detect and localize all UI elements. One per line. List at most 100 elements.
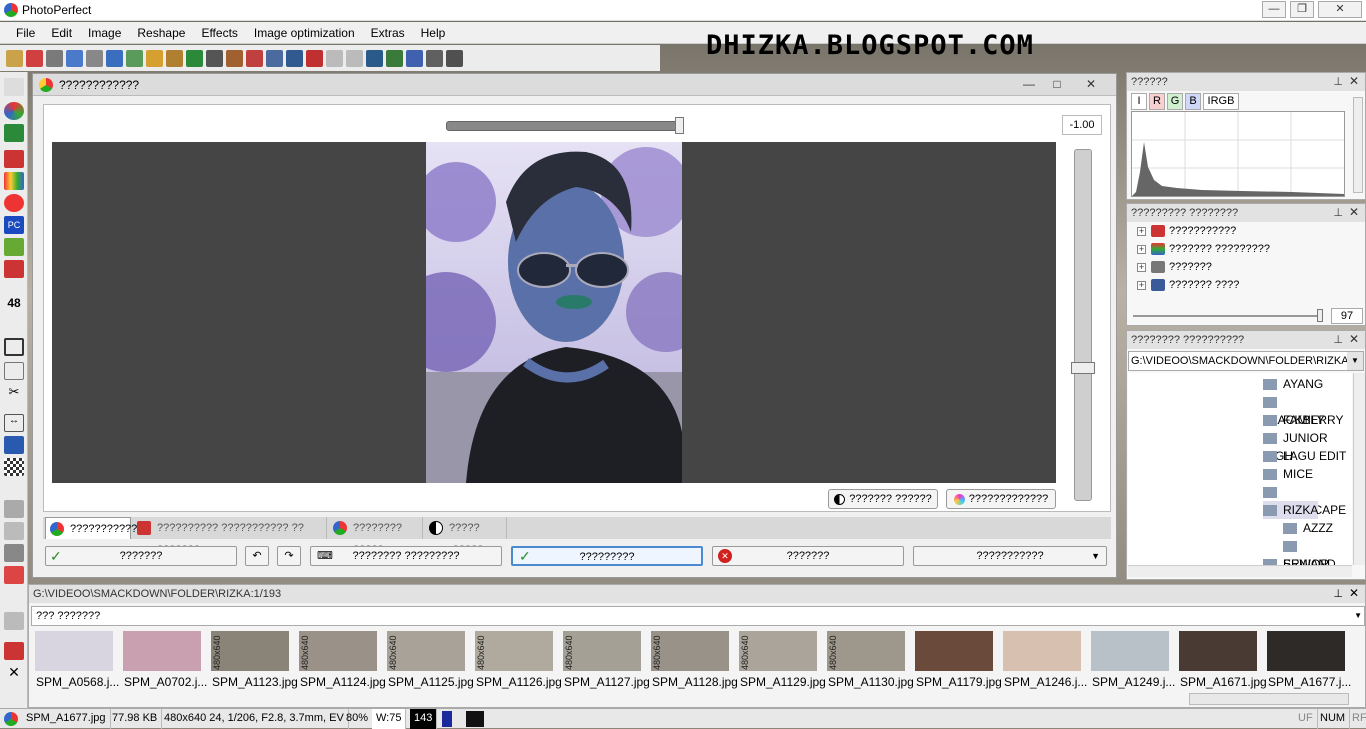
histogram-scrollbar[interactable] [1353, 97, 1363, 193]
tab-color[interactable]: ??????????? [45, 517, 137, 539]
undo-button[interactable]: ↶ [245, 546, 269, 566]
thumbnail-label[interactable]: SPM_A1125.jpg [388, 675, 474, 689]
thumbnail-label[interactable]: SPM_A1671.jpg [1180, 675, 1267, 689]
color-balance-icon[interactable] [4, 194, 24, 212]
save-icon[interactable] [66, 49, 83, 67]
thumbnail-image[interactable] [1091, 631, 1169, 671]
tree-item[interactable]: + ??????? ????????? [1133, 240, 1270, 258]
menu-effects[interactable]: Effects [193, 22, 245, 44]
redo-button[interactable]: ↷ [277, 546, 301, 566]
cancel-button[interactable]: ✕??????? [712, 546, 904, 566]
color-wheel-icon[interactable] [4, 102, 24, 120]
resize-icon[interactable] [4, 338, 24, 356]
editor-maximize-button[interactable]: □ [1043, 74, 1071, 94]
noise-icon[interactable] [4, 238, 24, 256]
crop-icon[interactable] [266, 49, 283, 67]
select-icon[interactable] [146, 49, 163, 67]
folder-item[interactable]: ERWAND [1283, 537, 1352, 565]
frame-icon[interactable] [226, 49, 243, 67]
expand-icon[interactable]: + [1137, 263, 1146, 272]
folder-item[interactable]: AZZZ [1283, 519, 1333, 537]
menu-file[interactable]: File [8, 22, 43, 44]
editor-close-button[interactable]: ✕ [1077, 74, 1105, 94]
brightness-icon[interactable] [4, 78, 24, 96]
horizontal-slider-thumb[interactable] [675, 117, 684, 134]
save-settings-button[interactable]: ⌨ ???????? ????????? [310, 546, 502, 566]
clone-icon[interactable] [4, 612, 24, 630]
editor-minimize-button[interactable]: — [1015, 74, 1043, 94]
edit-icon[interactable] [166, 49, 183, 67]
vertical-slider-thumb[interactable] [1071, 362, 1095, 374]
thumbnail-image[interactable] [915, 631, 993, 671]
maximize-button[interactable]: ❐ [1290, 1, 1314, 18]
thumbnail-label[interactable]: SPM_A0702.j... [124, 675, 207, 689]
expand-icon[interactable]: + [1137, 227, 1146, 236]
hist-tab-r[interactable]: R [1149, 93, 1165, 110]
thumbnail-label[interactable]: SPM_A1127.jpg [564, 675, 650, 689]
channels-icon[interactable] [4, 172, 24, 190]
bit-depth-icon[interactable]: 48 [4, 294, 24, 312]
hist-tab-irgb[interactable]: IRGB [1203, 93, 1239, 110]
thumbnail-image[interactable]: 480x640 [387, 631, 465, 671]
rotate-icon[interactable] [4, 436, 24, 454]
menu-image-optimization[interactable]: Image optimization [246, 22, 363, 44]
panel-close-icon[interactable]: ✕ [1349, 332, 1359, 346]
scissors-icon[interactable]: ✂ [4, 384, 24, 402]
thumbnail-label[interactable]: SPM_A1677.j... [1268, 675, 1351, 689]
thumbnail-image[interactable] [1003, 631, 1081, 671]
menu-image[interactable]: Image [80, 22, 129, 44]
more-dropdown[interactable]: ??????????? ▼ [913, 546, 1107, 566]
ok-button[interactable]: ✓????????? [511, 546, 703, 566]
pin-icon[interactable]: ⊥ [1333, 75, 1343, 88]
hist-tab-b[interactable]: B [1185, 93, 1201, 110]
thumbnail-image[interactable] [1267, 631, 1345, 671]
redo-icon[interactable] [346, 49, 363, 67]
expand-icon[interactable]: + [1137, 281, 1146, 290]
folder-path-select[interactable]: G:\VIDEOO\SMACKDOWN\FOLDER\RIZKA ▼ [1128, 351, 1364, 371]
hist-tab-i[interactable]: I [1131, 93, 1147, 110]
close-tool-icon[interactable]: ✕ [4, 664, 24, 682]
copy-icon[interactable] [46, 49, 63, 67]
menu-edit[interactable]: Edit [43, 22, 80, 44]
rectangle-select-icon[interactable] [4, 362, 24, 380]
thumbnail-image[interactable] [123, 631, 201, 671]
layer-icon[interactable] [4, 544, 24, 562]
thumbnail-image[interactable]: 480x640 [651, 631, 729, 671]
monitor-icon[interactable] [106, 49, 123, 67]
cancel-icon[interactable] [306, 49, 323, 67]
thumbnail-image[interactable]: 480x640 [211, 631, 289, 671]
minimize-button[interactable]: — [1262, 1, 1286, 18]
horizontal-slider[interactable] [446, 121, 682, 131]
tree-slider-value[interactable]: 97 [1331, 308, 1363, 324]
folder-item[interactable]: JUNIOR HIGH [1263, 429, 1352, 463]
filmstrip-filter-select[interactable]: ??? ??????? ▼ [31, 606, 1365, 626]
thumbnail-label[interactable]: SPM_A1126.jpg [476, 675, 562, 689]
histogram-tool-icon[interactable] [4, 124, 24, 142]
folder-item[interactable]: MICE [1263, 465, 1313, 483]
thumbnail-image[interactable]: 480x640 [475, 631, 553, 671]
expand-icon[interactable]: + [1137, 245, 1146, 254]
menu-reshape[interactable]: Reshape [129, 22, 193, 44]
thumbnail-image[interactable] [1179, 631, 1257, 671]
thumbnail-image[interactable] [35, 631, 113, 671]
tree-item[interactable]: + ??????? [1133, 258, 1212, 276]
tree-slider-thumb[interactable] [1317, 309, 1323, 322]
menu-extras[interactable]: Extras [363, 22, 413, 44]
panel-close-icon[interactable]: ✕ [1349, 74, 1359, 88]
apply-button[interactable]: ✓??????? [45, 546, 237, 566]
tab-mixer[interactable]: ???????? ????? [329, 517, 423, 556]
chevron-down-icon[interactable]: ▼ [1354, 607, 1362, 625]
folder-item-selected[interactable]: RIZKA [1263, 501, 1319, 519]
folder-vscrollbar[interactable] [1353, 373, 1365, 565]
chevron-down-icon[interactable]: ▼ [1347, 352, 1363, 370]
menu-help[interactable]: Help [413, 22, 454, 44]
thumbnail-label[interactable]: SPM_A0568.j... [36, 675, 119, 689]
folder-item[interactable]: AYANG [1263, 375, 1323, 393]
thumbnail-image[interactable]: 480x640 [563, 631, 641, 671]
thumbnail-image[interactable]: 480x640 [739, 631, 817, 671]
eraser-icon[interactable] [4, 260, 24, 278]
filmstrip-scrollbar[interactable] [1189, 693, 1349, 705]
zoom-icon[interactable] [286, 49, 303, 67]
shape-icon[interactable] [4, 522, 24, 540]
folder-item[interactable]: PHOTOSCAPE [1263, 483, 1352, 517]
